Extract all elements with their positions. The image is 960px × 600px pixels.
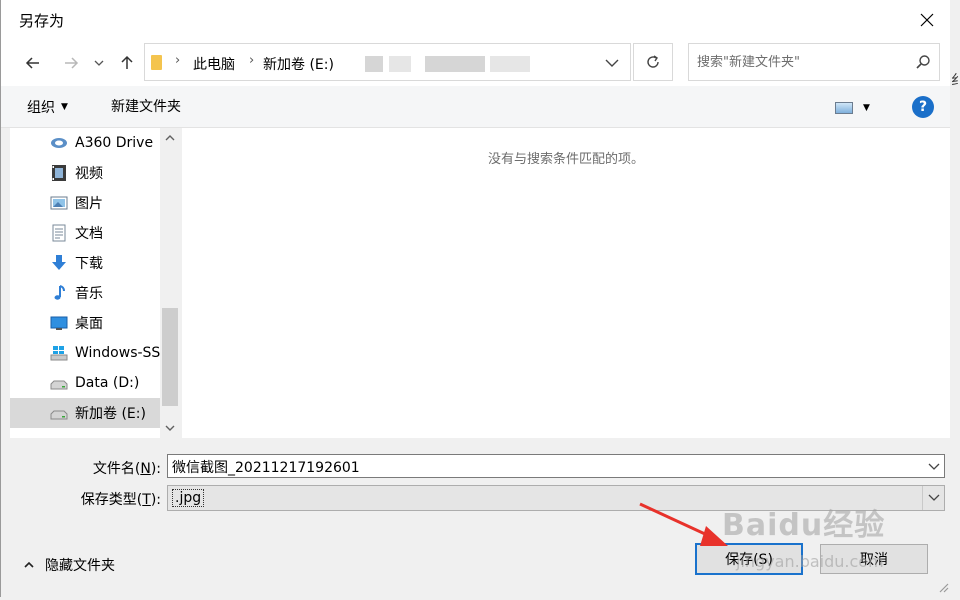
empty-results-message: 没有与搜索条件匹配的项。 — [487, 152, 644, 167]
navigation-pane[interactable]: A360 Drive 视频图片文档下载音乐桌面 Windows-SS Data (D:… — [10, 128, 160, 438]
filetype-label: 保存类型(T): — [80, 492, 161, 508]
chevron-down-icon[interactable] — [928, 461, 940, 473]
chevron-down-icon — [928, 494, 939, 501]
arrow-up-icon — [121, 55, 133, 69]
filetype-dropdown-button[interactable] — [922, 486, 944, 510]
drive-icon — [50, 374, 68, 392]
organize-label: 组织 — [27, 100, 55, 116]
command-toolbar: 组织 ▼ 新建文件夹 ▼ ? — [1, 86, 950, 128]
video-icon — [50, 164, 68, 182]
music-icon — [50, 284, 68, 302]
search-input[interactable] — [697, 52, 907, 72]
sidebar-item-label: A360 Drive — [75, 135, 154, 151]
sidebar-item-label: Data (D:) — [75, 375, 140, 391]
sidebar-item-label: 文档 — [75, 226, 103, 242]
filename-label: 文件名(N): — [92, 461, 161, 477]
sidebar-item[interactable]: Windows-SS — [10, 338, 160, 368]
search-icon[interactable] — [915, 54, 931, 70]
sidebar-item-label: 下载 — [75, 256, 103, 272]
filename-input[interactable] — [172, 457, 912, 477]
recent-locations-button[interactable] — [91, 52, 107, 74]
help-button[interactable]: ? — [912, 96, 934, 118]
navigation-pane-scrollbar[interactable] — [160, 128, 180, 438]
scrollbar-thumb[interactable] — [162, 308, 178, 406]
sidebar-item-label: 音乐 — [75, 286, 103, 302]
breadcrumb-drive-e[interactable]: 新加卷 (E:) — [263, 54, 334, 74]
save-as-dialog: 另存为 › 此电脑 › 新加卷 (E:) 搜索"新建文件夹" 组织 ▼ 新建文件… — [0, 0, 950, 597]
chevron-down-icon[interactable] — [164, 422, 176, 434]
sidebar-item[interactable]: 图片 — [10, 188, 160, 218]
blurred-path-segment — [365, 56, 383, 72]
sidebar-item-label: 图片 — [75, 196, 103, 212]
up-button[interactable] — [115, 52, 139, 74]
sidebar-item-label: 桌面 — [75, 316, 103, 332]
organize-button[interactable]: 组织 ▼ — [27, 96, 68, 118]
back-button[interactable] — [21, 52, 45, 74]
sidebar-item-label: 新加卷 (E:) — [75, 406, 146, 422]
breadcrumb-this-pc[interactable]: 此电脑 — [193, 54, 235, 74]
annotation-arrow-icon — [639, 502, 728, 546]
sidebar-item[interactable]: 文档 — [10, 218, 160, 248]
sidebar-item[interactable]: 桌面 — [10, 308, 160, 338]
close-button[interactable] — [904, 0, 950, 40]
document-icon — [50, 224, 68, 242]
cancel-button[interactable]: 取消 — [820, 544, 928, 574]
sidebar-item-label: Windows-SS — [75, 345, 160, 361]
sidebar-item[interactable]: Data (D:) — [10, 368, 160, 398]
caret-down-icon: ▼ — [61, 102, 68, 112]
hide-folders-toggle[interactable]: 隐藏文件夹 — [23, 555, 115, 575]
filename-combobox[interactable] — [167, 454, 945, 478]
chevron-up-icon[interactable] — [164, 132, 176, 144]
save-form: 文件名(N): 保存类型(T): .jpg 隐藏文件夹 保存(S) 取消 — [1, 438, 950, 597]
close-icon — [920, 13, 934, 27]
refresh-icon — [647, 55, 659, 68]
cloud-drive-icon — [50, 134, 68, 152]
navigation-row: › 此电脑 › 新加卷 (E:) — [1, 40, 950, 86]
arrow-left-icon — [25, 57, 39, 69]
view-icon — [835, 102, 853, 114]
change-view-button[interactable]: ▼ — [835, 98, 879, 118]
sidebar-item-label: 视频 — [75, 166, 103, 182]
background-edge-glyph: 纟 — [951, 73, 960, 89]
blurred-path-segment — [425, 56, 485, 72]
caret-down-icon: ▼ — [863, 103, 870, 113]
blurred-path-segment — [490, 56, 530, 72]
sidebar-item[interactable]: 音乐 — [10, 278, 160, 308]
download-icon — [50, 254, 68, 272]
folder-icon — [151, 55, 162, 70]
blurred-path-segment — [389, 56, 411, 72]
new-folder-button[interactable]: 新建文件夹 — [111, 96, 181, 118]
chevron-down-icon[interactable] — [604, 56, 620, 70]
title-bar: 另存为 — [1, 0, 950, 40]
drive-icon — [50, 404, 68, 422]
chevron-down-icon — [94, 60, 104, 66]
search-box[interactable] — [688, 43, 940, 81]
sidebar-item[interactable]: 下载 — [10, 248, 160, 278]
resize-grip-icon[interactable] — [937, 581, 949, 593]
filetype-value: .jpg — [172, 489, 205, 507]
filetype-select[interactable]: .jpg — [167, 485, 945, 511]
address-bar[interactable]: › 此电脑 › 新加卷 (E:) — [144, 43, 631, 81]
forward-button[interactable] — [59, 52, 83, 74]
dialog-title: 另存为 — [19, 12, 65, 30]
chevron-right-icon: › — [175, 53, 181, 68]
sidebar-item[interactable]: 视频 — [10, 158, 160, 188]
refresh-button[interactable] — [633, 43, 673, 81]
chevron-up-icon — [24, 561, 34, 568]
picture-icon — [50, 194, 68, 212]
windows-drive-icon — [50, 344, 68, 362]
arrow-right-icon — [65, 57, 79, 69]
desktop-icon — [50, 314, 68, 332]
hide-folders-label: 隐藏文件夹 — [45, 558, 115, 574]
sidebar-item[interactable]: A360 Drive — [10, 128, 160, 158]
chevron-right-icon: › — [249, 53, 255, 68]
sidebar-item[interactable]: 新加卷 (E:) — [10, 398, 160, 428]
file-list-pane[interactable]: 没有与搜索条件匹配的项。 — [182, 128, 950, 438]
